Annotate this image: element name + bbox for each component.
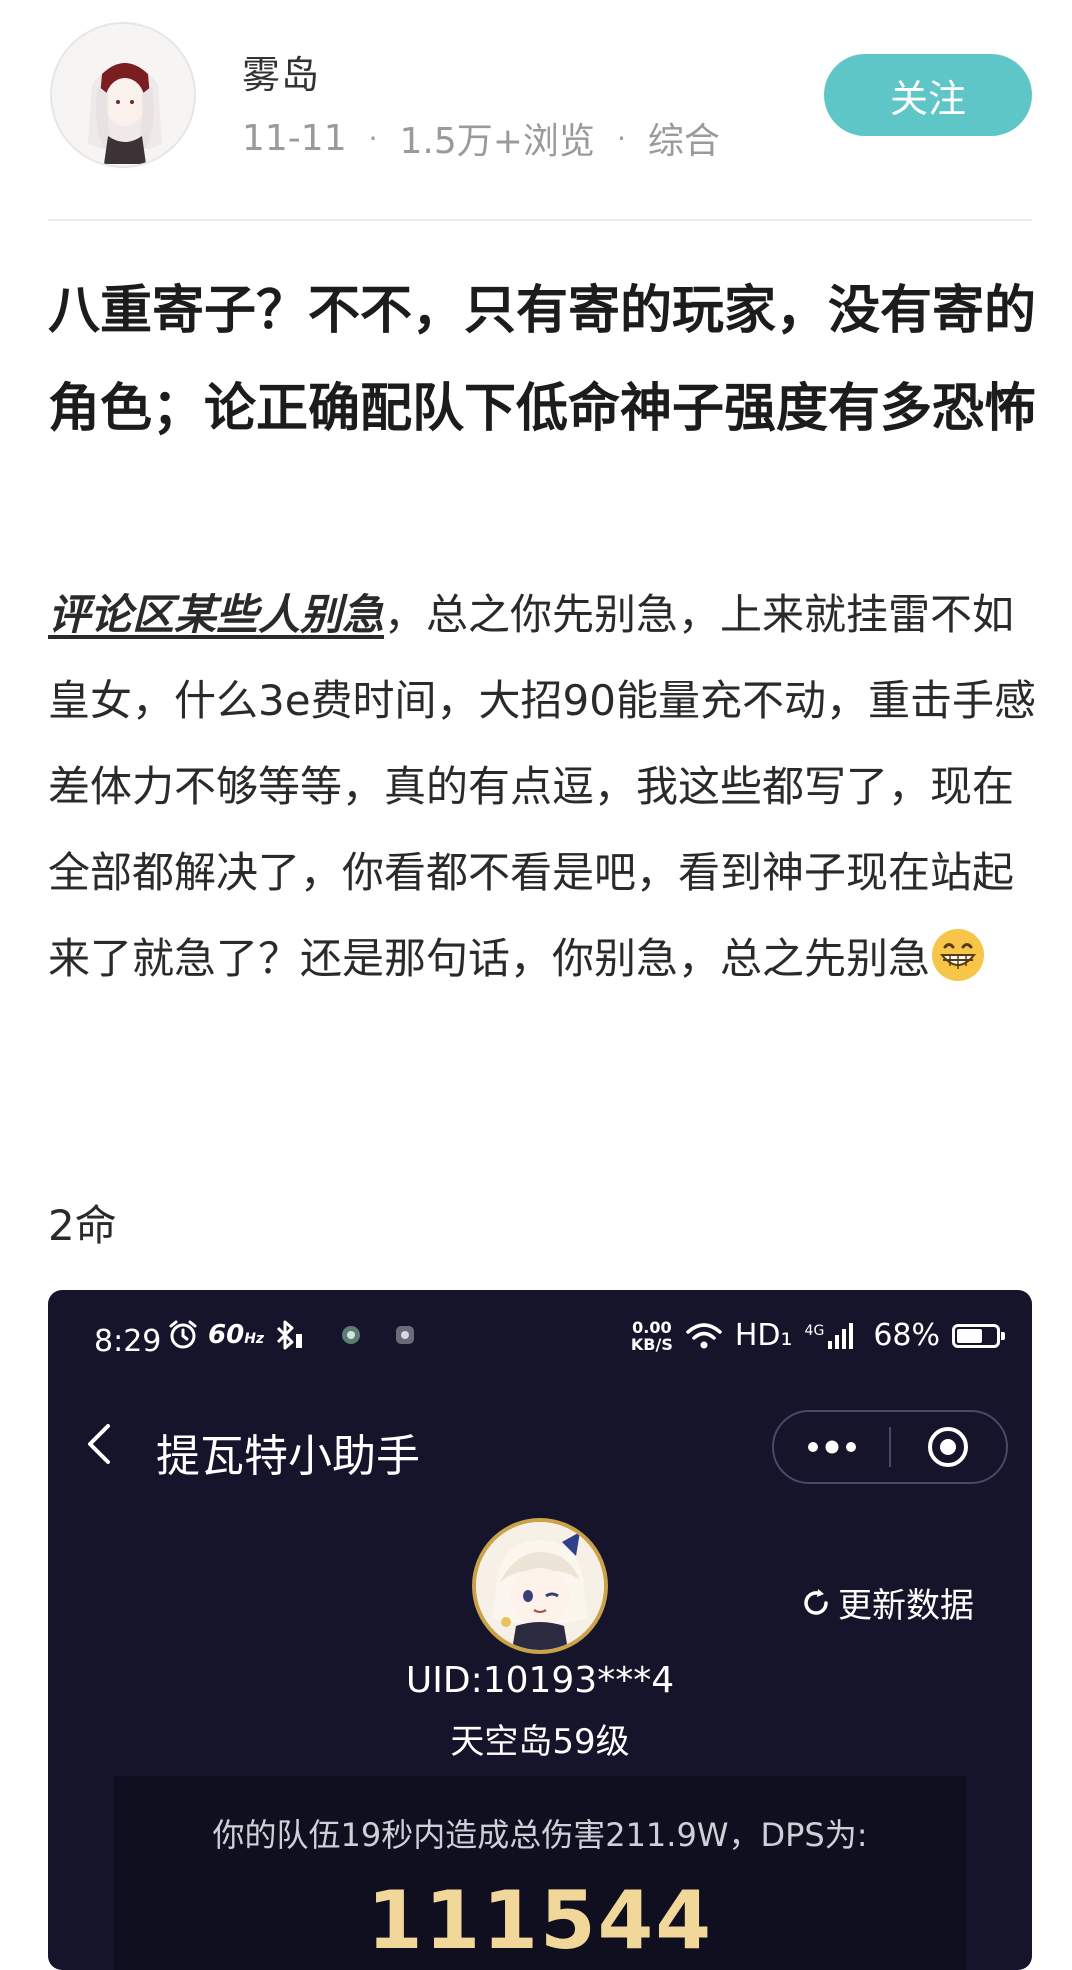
post-meta: 11-11 · 1.5万+浏览 · 综合 [242,112,720,164]
refresh-data-button[interactable]: 更新数据 [800,1578,974,1627]
refresh-rate: 60Hz [208,1320,265,1350]
post-date: 11-11 [242,117,347,159]
status-icons-left: 60Hz [168,1320,418,1350]
post-header: 雾岛 11-11 · 1.5万+浏览 · 综合 关注 [0,0,1072,222]
player-level: 天空岛59级 [450,1722,630,1762]
paimon-avatar-image [476,1522,604,1650]
author-name[interactable]: 雾岛 [242,44,320,99]
network-speed: 0.00 KB/S [630,1317,673,1354]
status-time: 8:29 [94,1324,162,1359]
signal-icon: 4G [805,1322,854,1349]
dps-panel: 你的队伍19秒内造成总伤害211.9W，DPS为: 111544 [114,1776,966,1970]
post-body-text: ，总之你先别急，上来就挂雷不如皇女，什么3e费时间，大招90能量充不动，重击手感… [48,590,1037,983]
wifi-icon [686,1322,722,1348]
author-avatar-image [52,24,194,166]
miniapp-capsule [772,1410,1008,1484]
header-divider [48,219,1032,221]
post-title: 八重寄子？不不，只有寄的玩家，没有寄的角色；论正确配队下低命神子强度有多恐怖 [48,281,1037,439]
player-uid: UID:10193***4 [405,1660,675,1701]
meta-separator: · [368,121,378,155]
battery-icon [952,1323,1005,1348]
target-circle-icon[interactable] [891,1412,1006,1482]
alarm-icon [169,1320,197,1349]
refresh-label: 更新数据 [838,1586,974,1626]
battery-level [957,1328,982,1343]
bluetooth-icon [277,1320,303,1350]
player-avatar [472,1518,608,1654]
embedded-screenshot[interactable]: 8:29 60Hz 0.00 KB/S HD₁ 4G 68% 提瓦特小助手 更新… [48,1290,1032,1970]
status-icons-right: 0.00 KB/S HD₁ 4G 68% [630,1317,1005,1354]
meta-separator: · [616,121,626,155]
chevron-left-icon[interactable] [82,1422,116,1478]
miniapp-title: 提瓦特小助手 [156,1431,420,1482]
section-label: 2命 [48,1201,117,1250]
grinning-face-icon [932,929,985,981]
refresh-icon [804,1588,828,1615]
hd-indicator: HD₁ [734,1318,793,1353]
more-dots-icon[interactable] [774,1412,889,1482]
app-notification-icon [342,1326,361,1344]
author-avatar[interactable] [50,22,196,168]
battery-percent: 68% [873,1318,940,1353]
app-notification-icon [396,1326,415,1344]
post-category[interactable]: 综合 [648,112,720,164]
post-body: 评论区某些人别急，总之你先别急，上来就挂雷不如皇女，什么3e费时间，大招90能量… [48,572,1038,1002]
dps-value: 111544 [367,1874,713,1967]
post-body-lead: 评论区某些人别急 [48,590,385,639]
post-views: 1.5万+浏览 [399,121,595,162]
follow-button[interactable]: 关注 [824,54,1032,136]
dps-description: 你的队伍19秒内造成总伤害211.9W，DPS为: [212,1816,868,1854]
